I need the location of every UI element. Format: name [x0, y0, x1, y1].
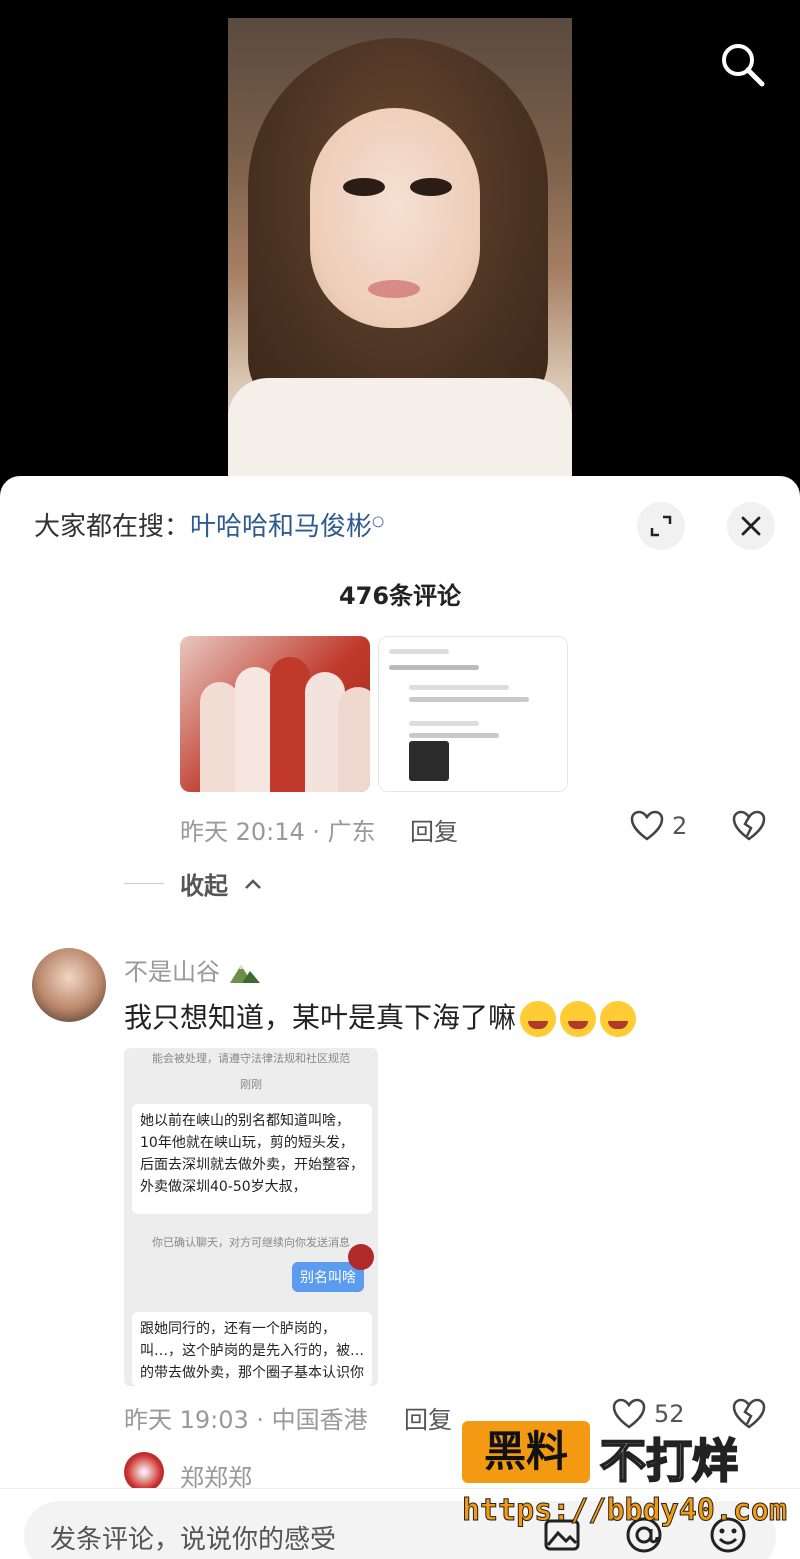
expand-button[interactable] — [637, 502, 685, 550]
laughing-emoji-icon — [600, 1001, 637, 1037]
mini-search-icon: ○ — [372, 513, 385, 530]
heart-icon — [630, 810, 664, 841]
chat-header: 能会被处理，请遵守法律法规和社区规范 — [152, 1052, 350, 1065]
close-icon — [741, 516, 761, 536]
laughing-emoji-icon — [560, 1001, 597, 1037]
laughing-emoji-icon — [520, 1001, 557, 1037]
chat-time: 刚刚 — [240, 1078, 262, 1091]
comment-count: 476条评论 — [338, 582, 462, 610]
collapse-replies[interactable]: 收起 — [124, 866, 262, 901]
video-area[interactable] — [0, 0, 800, 480]
avatar[interactable] — [124, 1452, 164, 1492]
watermark-badge: 黑料 — [462, 1421, 590, 1483]
chat-message: 跟她同行的，还有一个胪岗的，叫…，这个胪岗的是先入行的，被…的带去做外卖，那个圈… — [132, 1312, 372, 1386]
hot-search[interactable]: 大家都在搜：叶哈哈和马俊彬○ — [34, 506, 384, 543]
comment-username[interactable]: 不是山谷 — [124, 952, 262, 987]
divider — [124, 883, 164, 884]
hot-search-keyword[interactable]: 叶哈哈和马俊彬 — [190, 512, 372, 542]
video-frame — [228, 18, 572, 480]
dislike-button[interactable] — [732, 810, 766, 846]
close-button[interactable] — [727, 502, 775, 550]
collapse-label: 收起 — [180, 872, 228, 900]
reply-meta: 昨天 20:14 · 广东 — [180, 818, 376, 846]
comment-meta: 昨天 19:03 · 中国香港 — [124, 1406, 368, 1434]
broken-heart-icon — [732, 810, 766, 841]
avatar[interactable] — [32, 948, 106, 1022]
reply-button[interactable]: 回复 — [404, 1400, 452, 1435]
chevron-up-icon — [245, 878, 261, 889]
comment-image-chat-screenshot[interactable]: 能会被处理，请遵守法律法规和社区规范 刚刚 她以前在峡山的别名都知道叫啥，10年… — [124, 1048, 378, 1386]
like-button[interactable]: 2 — [630, 810, 687, 842]
reply-image-screenshot[interactable] — [378, 636, 568, 792]
chat-notice: 你已确认聊天，对方可继续向你发送消息 — [152, 1236, 350, 1249]
comment-text: 我只想知道，某叶是真下海了嘛 — [124, 996, 637, 1037]
reply-image-group-photo[interactable] — [180, 636, 370, 792]
watermark-text: 不打烊 — [599, 1433, 739, 1489]
watermark-url: https://bbdy40.com — [461, 1493, 788, 1529]
comment-sheet: 大家都在搜：叶哈哈和马俊彬○ 476条评论 昨天 20:14 · 广东 回复 2… — [0, 476, 800, 1559]
chat-message: 她以前在峡山的别名都知道叫啥，10年他就在峡山玩，剪的短头发，后面去深圳就去做外… — [132, 1104, 372, 1214]
watermark: 黑料 不打烊 https://bbdy40.com — [461, 1421, 788, 1541]
comment-placeholder: 发条评论，说说你的感受 — [50, 1525, 337, 1555]
search-icon[interactable] — [718, 40, 766, 88]
reply-button[interactable]: 回复 — [410, 812, 458, 847]
sender-avatar — [348, 1244, 374, 1270]
mountain-badge-icon — [229, 965, 260, 983]
expand-icon — [650, 515, 672, 537]
hot-search-prefix: 大家都在搜： — [34, 512, 191, 542]
like-count: 2 — [672, 812, 688, 840]
